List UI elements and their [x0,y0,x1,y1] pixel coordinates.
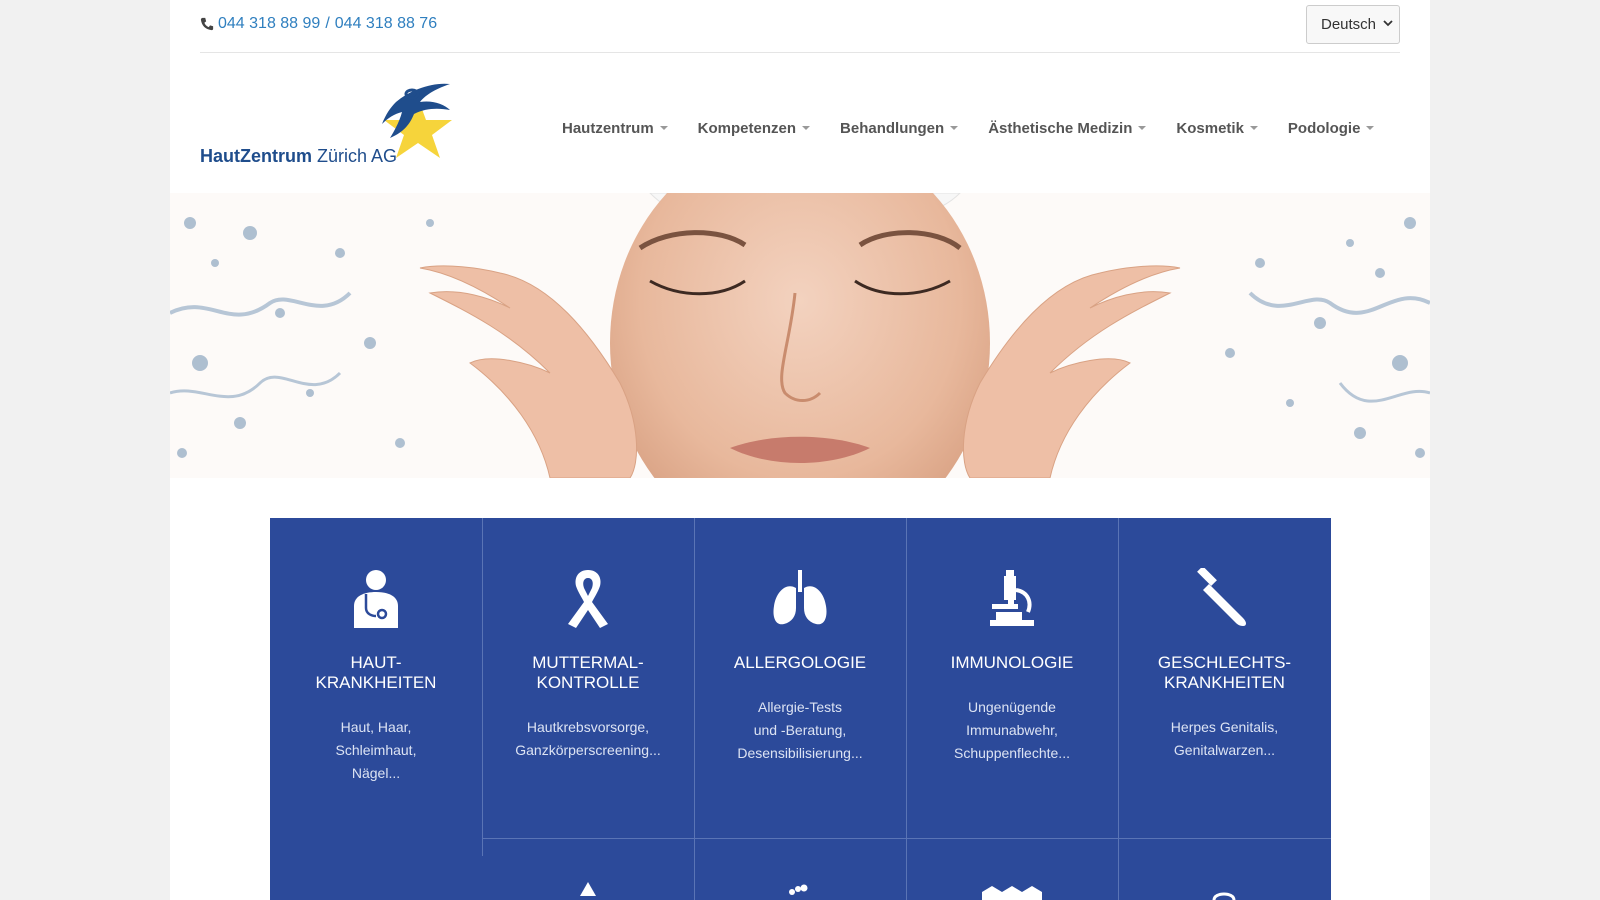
nav-label: Podologie [1287,119,1361,137]
hero-face-image [170,193,1430,478]
tile-hautkrankheiten[interactable]: HAUT- KRANKHEITEN Haut, Haar, Schleimhau… [270,518,482,900]
drop-icon [580,882,596,896]
foot-icon [789,884,808,895]
tile-description: Hautkrebsvorsorge, Ganzkörperscreening..… [515,719,661,758]
nav-item-hautzentrum[interactable]: Hautzentrum [562,118,668,138]
nav-label: Behandlungen [840,119,945,137]
tile-title: ALLERGOLOGIE [733,653,867,672]
tile-allergologie[interactable]: ALLERGOLOGIE Allergie-Tests und -Beratun… [694,518,906,838]
tile-divider [482,838,1331,839]
phone-link-2[interactable]: 044 318 88 76 [335,15,437,33]
tile-description: Haut, Haar, Schleimhaut, Nägel... [335,719,417,781]
phone-icon [200,17,214,31]
tile-row2-5[interactable] [1118,838,1331,900]
caret-down-icon [659,126,668,130]
nav-item-kompetenzen[interactable]: Kompetenzen [697,118,811,138]
caret-down-icon [950,126,959,130]
tile-divider [694,518,695,900]
caret-down-icon [1138,126,1147,130]
nav-item-behandlungen[interactable]: Behandlungen [840,118,959,138]
tile-row2-2[interactable] [482,838,694,900]
page: 044 318 88 99 / 044 318 88 76 Deutsch Ha… [170,0,1430,900]
caret-down-icon [1366,126,1375,130]
test-tube-icon [1196,568,1246,626]
ribbon-icon [568,570,608,628]
top-bar: 044 318 88 99 / 044 318 88 76 Deutsch [200,0,1400,53]
tile-divider [906,518,907,900]
nav-label: Hautzentrum [562,119,654,137]
tile-description: Allergie-Tests und -Beratung, Desensibil… [737,699,863,761]
caret-down-icon [1249,126,1258,130]
nav-item-kosmetik[interactable]: Kosmetik [1176,118,1258,138]
phone-numbers: 044 318 88 99 / 044 318 88 76 [200,15,437,33]
tile-description: Ungenügende Immunabwehr, Schuppenflechte… [954,699,1070,761]
phone-link-1[interactable]: 044 318 88 99 [218,15,320,33]
nav-label: Ästhetische Medizin [988,119,1133,137]
language-select[interactable]: Deutsch [1306,5,1400,44]
circle-icon [1212,892,1236,900]
nav-item-podologie[interactable]: Podologie [1288,118,1375,138]
caret-down-icon [802,126,811,130]
chevron-down-icon [1383,20,1393,27]
tile-row2-3[interactable] [694,838,906,900]
tile-divider [482,518,483,856]
tile-divider [1118,518,1119,900]
tile-row2-4[interactable] [906,838,1118,900]
hero-banner [170,193,1430,478]
people-icon [982,886,1042,900]
tile-muttermalkontrolle[interactable]: MUTTERMAL- KONTROLLE Hautkrebsvorsorge, … [482,518,694,838]
tile-immunologie[interactable]: IMMUNOLOGIE Ungenügende Immunabwehr, Sch… [906,518,1118,838]
tile-geschlechtskrankheiten[interactable]: GESCHLECHTS- KRANKHEITEN Herpes Genitali… [1118,518,1331,838]
main-nav: Hautzentrum Kompetenzen Behandlungen Äst… [562,118,1375,138]
tile-title: GESCHLECHTS- KRANKHEITEN [1157,653,1292,692]
microscope-icon [990,570,1034,626]
service-tiles: HAUT- KRANKHEITEN Haut, Haar, Schleimhau… [270,518,1331,900]
tile-title: IMMUNOLOGIE [950,653,1074,672]
nav-label: Kosmetik [1176,119,1244,137]
tile-title: MUTTERMAL- KONTROLLE [532,653,644,692]
logo-text-regular: Zürich AG [317,146,398,166]
logo-text-bold: HautZentrum [200,146,312,166]
logo-text: HautZentrum Zürich AG [200,146,397,167]
phone-separator: / [325,15,330,32]
nav-label: Kompetenzen [697,119,797,137]
doctor-icon [354,570,398,628]
nav-item-aesthetische-medizin[interactable]: Ästhetische Medizin [988,118,1147,138]
lungs-icon [773,570,827,625]
tile-title: HAUT- KRANKHEITEN [315,653,437,692]
language-select-value: Deutsch [1321,16,1377,33]
logo[interactable]: HautZentrum Zürich AG [200,80,470,170]
tile-description: Herpes Genitalis, Genitalwarzen... [1170,719,1279,758]
